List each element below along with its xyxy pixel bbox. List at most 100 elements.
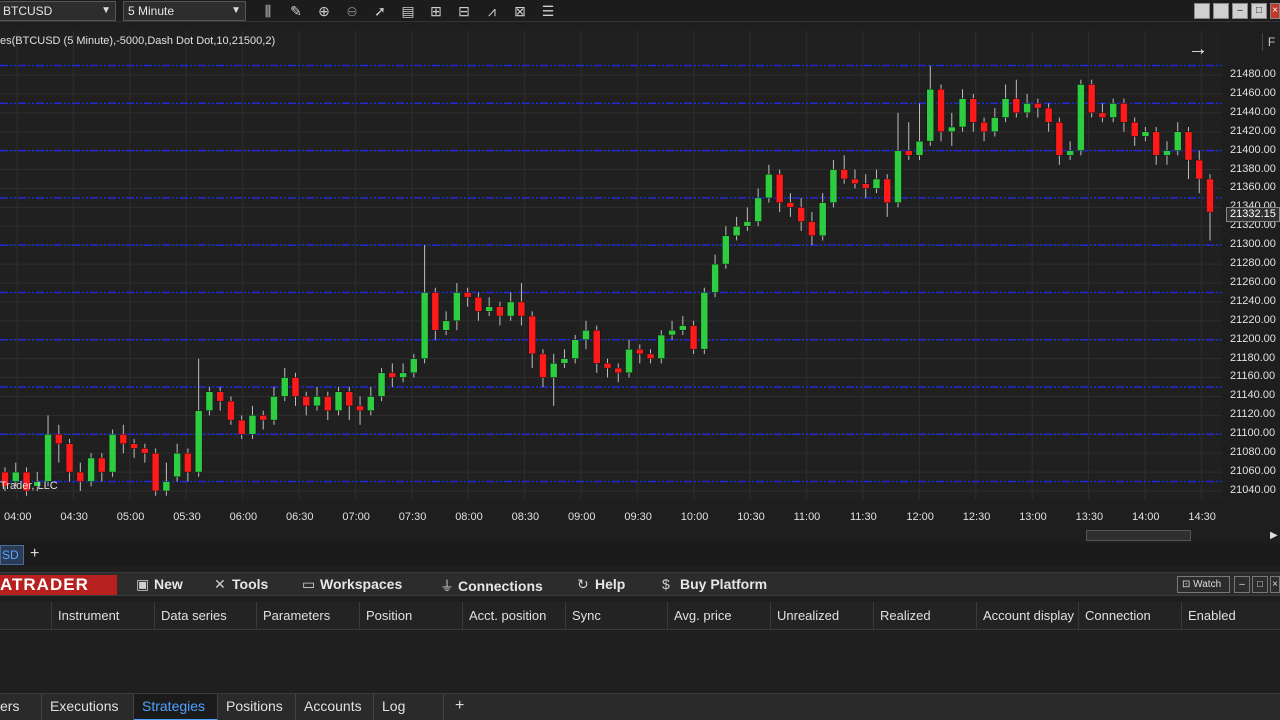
column-header[interactable]: Enabled: [1181, 602, 1280, 630]
price-chart[interactable]: [0, 31, 1222, 499]
price-tick-label: 21440.00: [1230, 105, 1276, 118]
menu-tools[interactable]: ✕ Tools: [214, 576, 268, 593]
zoom-out-icon[interactable]: ⊖: [342, 2, 362, 20]
minimize-icon[interactable]: –: [1234, 576, 1250, 593]
close-icon[interactable]: ×: [1270, 3, 1280, 19]
menu-connections[interactable]: ⏚ Connections: [440, 576, 543, 596]
zoom-in-icon[interactable]: ⊕: [314, 2, 334, 20]
candle-body: [1034, 103, 1042, 109]
watch-button[interactable]: ⊡ Watch: [1177, 576, 1230, 593]
chart-scrollbar[interactable]: [1086, 530, 1191, 541]
tab-log[interactable]: Log: [374, 694, 444, 720]
column-header[interactable]: Data series: [154, 602, 256, 630]
chart-trader-icon[interactable]: ⊞: [426, 2, 446, 20]
column-header[interactable]: Connection: [1078, 602, 1181, 630]
add-tab-icon[interactable]: +: [455, 697, 464, 715]
arrow-right-icon[interactable]: →: [1188, 38, 1208, 61]
menu-new[interactable]: ▣ New: [136, 576, 183, 593]
interval-selector[interactable]: 5 Minute ▼: [123, 1, 246, 21]
tab-accounts[interactable]: Accounts: [296, 694, 374, 720]
column-header[interactable]: Position: [359, 602, 462, 630]
tile-icon[interactable]: [1194, 3, 1210, 19]
chart-tab-strip: SD +: [0, 543, 1280, 566]
time-tick-label: 09:30: [624, 511, 652, 523]
column-header[interactable]: Realized: [873, 602, 976, 630]
price-tick-label: 21360.00: [1230, 181, 1276, 194]
minimize-icon[interactable]: –: [1232, 3, 1248, 19]
candle-body: [1130, 122, 1139, 137]
column-header[interactable]: Parameters: [256, 602, 359, 630]
candle-body: [958, 98, 967, 128]
bar-type-icon[interactable]: ⫼: [258, 2, 278, 20]
column-header[interactable]: Acct. position: [462, 602, 565, 630]
price-tick-label: 21380.00: [1230, 162, 1276, 175]
candle-body: [1184, 131, 1193, 161]
candle-body: [668, 330, 676, 336]
candle-body: [689, 325, 698, 350]
candle-body: [786, 202, 795, 208]
strategies-icon[interactable]: ⊠: [510, 2, 530, 20]
candle-body: [162, 481, 171, 492]
help-icon: ↻: [577, 576, 589, 592]
scroll-right-icon[interactable]: ▶: [1270, 530, 1278, 541]
menu-help[interactable]: ↻ Help: [577, 576, 625, 593]
connections-icon: ⏚: [440, 578, 454, 594]
column-header[interactable]: Avg. price: [667, 602, 770, 630]
tab-ers[interactable]: ers: [0, 694, 42, 720]
f-button[interactable]: F: [1262, 33, 1280, 51]
chart-tab-btcusd[interactable]: SD: [0, 545, 24, 565]
instrument-value: BTCUSD: [3, 4, 53, 18]
tile-icon[interactable]: [1213, 3, 1229, 19]
indicators-icon[interactable]: ⩘: [482, 2, 502, 20]
menu-icon[interactable]: ☰: [538, 2, 558, 20]
column-header[interactable]: Account display n: [976, 602, 1078, 630]
candle-body: [388, 372, 397, 378]
candle-body: [1066, 150, 1074, 156]
candle-body: [227, 400, 235, 421]
time-tick-label: 04:00: [4, 511, 32, 523]
tab-strategies[interactable]: Strategies: [134, 694, 218, 720]
time-tick-label: 06:30: [286, 511, 314, 523]
candle-body: [237, 419, 246, 435]
price-tick-label: 21060.00: [1230, 464, 1276, 477]
candle-body: [851, 178, 859, 184]
candle-body: [905, 150, 913, 156]
candle-body: [711, 263, 719, 293]
candle-body: [291, 377, 300, 397]
instrument-selector[interactable]: BTCUSD ▼: [0, 1, 116, 21]
maximize-icon[interactable]: □: [1252, 576, 1268, 593]
properties-icon[interactable]: ⊟: [454, 2, 474, 20]
menu-workspaces[interactable]: ▭ Workspaces: [302, 576, 402, 593]
candle-body: [410, 358, 418, 374]
candle-body: [1044, 107, 1053, 123]
column-header[interactable]: Sync: [565, 602, 667, 630]
add-tab-icon[interactable]: +: [30, 545, 39, 563]
pencil-icon[interactable]: ✎: [286, 2, 306, 20]
candle-body: [646, 353, 655, 359]
close-icon[interactable]: ×: [1270, 576, 1280, 593]
candle-body: [1012, 98, 1021, 114]
time-tick-label: 07:00: [342, 511, 370, 523]
chart-panel[interactable]: [0, 31, 1222, 499]
candle-body: [722, 235, 730, 265]
candle-body: [216, 391, 224, 402]
price-tick-label: 21180.00: [1230, 351, 1276, 364]
data-box-icon[interactable]: ▤: [398, 2, 418, 20]
tab-executions[interactable]: Executions: [42, 694, 134, 720]
column-header[interactable]: Unrealized: [770, 602, 873, 630]
candle-body: [700, 292, 709, 350]
menu-buy-platform[interactable]: $ Buy Platform: [662, 576, 767, 592]
time-tick-label: 04:30: [60, 511, 88, 523]
candle-body: [377, 372, 386, 397]
candle-body: [130, 443, 138, 449]
strategies-grid-body[interactable]: [0, 631, 1280, 693]
candle-body: [485, 306, 493, 312]
candle-body: [474, 296, 483, 312]
time-tick-label: 14:30: [1188, 511, 1216, 523]
column-header[interactable]: Instrument: [51, 602, 154, 630]
maximize-icon[interactable]: □: [1251, 3, 1267, 19]
candle-body: [743, 221, 752, 227]
tab-positions[interactable]: Positions: [218, 694, 296, 720]
pointer-icon[interactable]: ➚: [370, 2, 390, 20]
candle-body: [1120, 103, 1128, 123]
